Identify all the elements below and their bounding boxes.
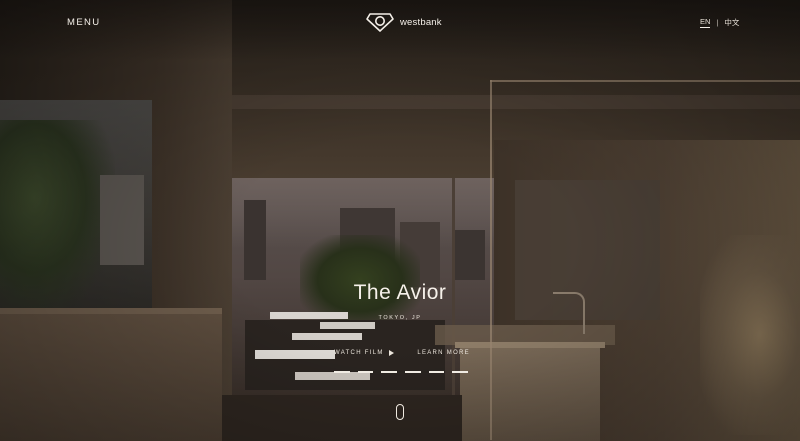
language-en[interactable]: EN [700, 17, 711, 28]
watch-film-label: WATCH FILM [334, 350, 384, 356]
scroll-down-icon[interactable] [396, 404, 404, 420]
play-icon [388, 350, 394, 356]
project-location: TOKYO, JP [378, 315, 422, 321]
menu-button[interactable]: MENU [67, 17, 101, 28]
hero-actions: WATCH FILM LEARN MORE [334, 350, 470, 356]
slide-indicator-5[interactable] [428, 371, 445, 373]
watch-film-button[interactable]: WATCH FILM [334, 350, 394, 356]
slide-indicator-4[interactable] [405, 371, 421, 373]
learn-more-link[interactable]: LEARN MORE [417, 350, 470, 356]
slide-indicator-1[interactable] [334, 371, 350, 373]
logo[interactable]: westbank [366, 10, 442, 34]
language-zh[interactable]: 中文 [724, 17, 739, 28]
language-separator: | [716, 18, 719, 27]
westbank-logo-icon [366, 11, 394, 33]
project-title: The Avior [353, 281, 447, 304]
slide-indicators [334, 371, 469, 373]
slide-indicator-3[interactable] [381, 371, 398, 373]
slide-indicator-2[interactable] [357, 371, 374, 373]
hero-background-image [0, 0, 800, 441]
logo-text: westbank [400, 16, 442, 28]
slide-indicator-6[interactable] [452, 371, 469, 373]
language-switcher: EN | 中文 [700, 17, 739, 28]
